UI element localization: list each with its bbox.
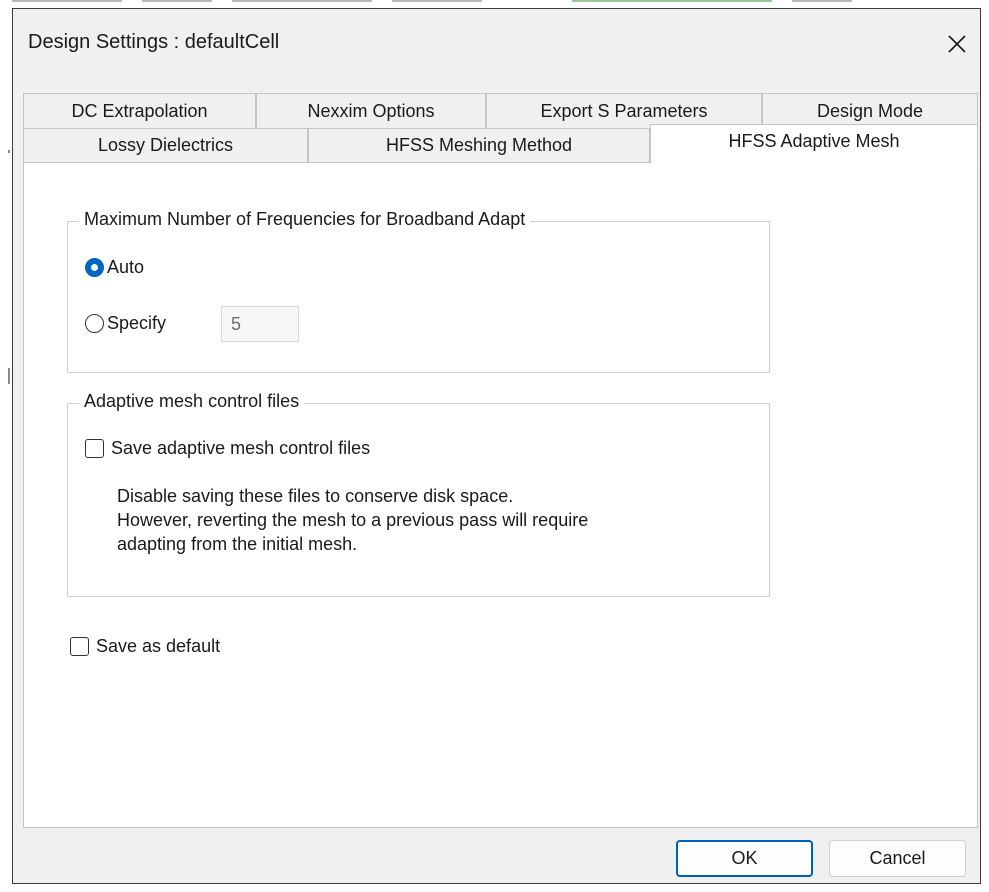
- save-as-default-label: Save as default: [96, 636, 221, 656]
- tab-dc-extrapolation[interactable]: DC Extrapolation: [23, 93, 256, 129]
- auto-radio[interactable]: [85, 258, 104, 277]
- background-window-edge-left: [8, 0, 11, 892]
- background-window-edge: [12, 0, 892, 6]
- close-button[interactable]: [940, 27, 974, 61]
- save-mesh-files-label: Save adaptive mesh control files: [111, 438, 371, 458]
- note-line-1: Disable saving these files to conserve d…: [117, 486, 514, 506]
- tab-nexxim-options[interactable]: Nexxim Options: [256, 93, 486, 129]
- design-settings-dialog: Design Settings : defaultCell DC Extrapo…: [12, 8, 981, 884]
- specify-radio[interactable]: [85, 314, 104, 333]
- tab-hfss-adaptive-mesh[interactable]: HFSS Adaptive Mesh: [650, 124, 978, 164]
- save-mesh-files-checkbox[interactable]: [85, 439, 104, 458]
- save-as-default-checkbox[interactable]: [70, 637, 89, 656]
- specify-label: Specify: [107, 313, 167, 333]
- mesh-control-files-group-title: Adaptive mesh control files: [79, 391, 305, 412]
- specify-count-input[interactable]: [221, 306, 299, 342]
- tab-panel-hfss-adaptive-mesh: Maximum Number of Frequencies for Broadb…: [23, 162, 978, 828]
- max-frequencies-group-title: Maximum Number of Frequencies for Broadb…: [79, 209, 531, 230]
- max-frequencies-group: [67, 221, 770, 373]
- close-icon: [948, 35, 966, 53]
- title-bar: Design Settings : defaultCell: [13, 9, 980, 79]
- auto-label: Auto: [107, 257, 145, 277]
- note-line-2: However, reverting the mesh to a previou…: [117, 510, 589, 530]
- ok-button[interactable]: OK: [676, 840, 813, 877]
- dialog-title: Design Settings : defaultCell: [28, 31, 280, 53]
- mesh-files-note: Disable saving these files to conserve d…: [117, 484, 588, 556]
- cancel-button[interactable]: Cancel: [829, 840, 966, 877]
- tab-hfss-meshing-method[interactable]: HFSS Meshing Method: [308, 128, 650, 163]
- note-line-3: adapting from the initial mesh.: [117, 534, 358, 554]
- tab-lossy-dielectrics[interactable]: Lossy Dielectrics: [23, 128, 308, 163]
